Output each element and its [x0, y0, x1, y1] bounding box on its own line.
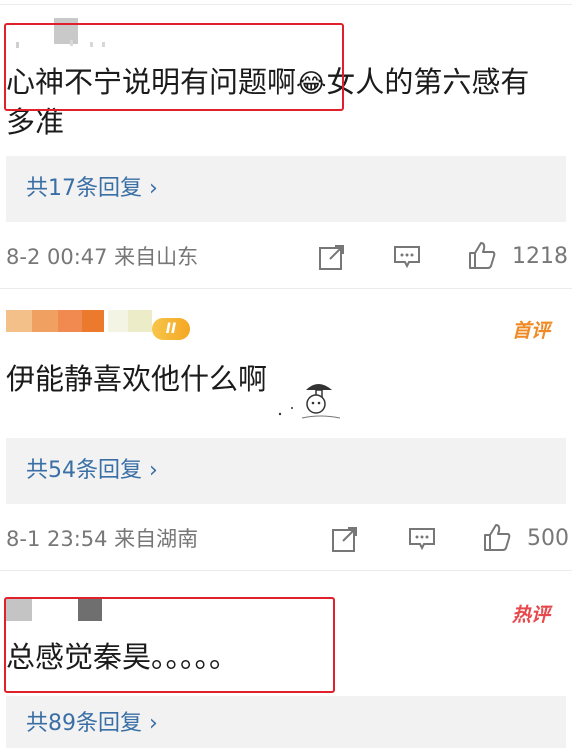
- highlight-box: [4, 597, 335, 693]
- comment-icon[interactable]: [392, 242, 422, 272]
- comment-meta: 8-1 23:54 来自湖南: [6, 527, 199, 551]
- thumbs-up-icon[interactable]: [482, 522, 512, 552]
- name-mask: [108, 310, 128, 332]
- chevron-right-icon: ›: [149, 711, 158, 736]
- comment-text-part: 女人的第六感有: [326, 65, 530, 99]
- thumbs-up-icon[interactable]: [467, 240, 497, 270]
- like-count: 500: [527, 526, 569, 551]
- comment-meta: 8-2 00:47 来自山东: [6, 245, 199, 269]
- share-icon[interactable]: [330, 524, 360, 554]
- comment-icon[interactable]: [407, 524, 437, 554]
- first-comment-badge: 首评: [512, 320, 551, 342]
- hot-comment-badge: 热评: [512, 604, 551, 626]
- chevron-right-icon: ›: [149, 176, 158, 201]
- comment-text: 伊能静喜欢他什么啊: [6, 362, 268, 396]
- reply-summary[interactable]: 共17条回复 ›: [6, 156, 566, 222]
- top-divider: [0, 4, 572, 5]
- share-icon[interactable]: [317, 242, 347, 272]
- reply-count-link[interactable]: 共54条回复 ›: [26, 438, 158, 504]
- chevron-right-icon: ›: [149, 458, 158, 483]
- name-mask: [58, 310, 82, 332]
- reply-count-link[interactable]: 共17条回复 ›: [26, 156, 158, 222]
- reply-count-link[interactable]: 共89条回复 ›: [26, 696, 158, 752]
- comment-divider: [0, 570, 572, 571]
- reply-summary[interactable]: 共54条回复 ›: [6, 438, 566, 504]
- highlight-box: [4, 23, 344, 111]
- name-mask: [6, 310, 32, 332]
- name-mask: [32, 310, 58, 332]
- like-count: 1218: [512, 244, 568, 269]
- name-mask: [82, 310, 104, 332]
- mushroom-sticker-icon: [278, 384, 341, 419]
- user-level-badge: II: [152, 318, 190, 340]
- reply-summary[interactable]: 共89条回复 ›: [6, 696, 566, 748]
- comment-divider: [0, 288, 572, 289]
- name-mask: [128, 310, 152, 332]
